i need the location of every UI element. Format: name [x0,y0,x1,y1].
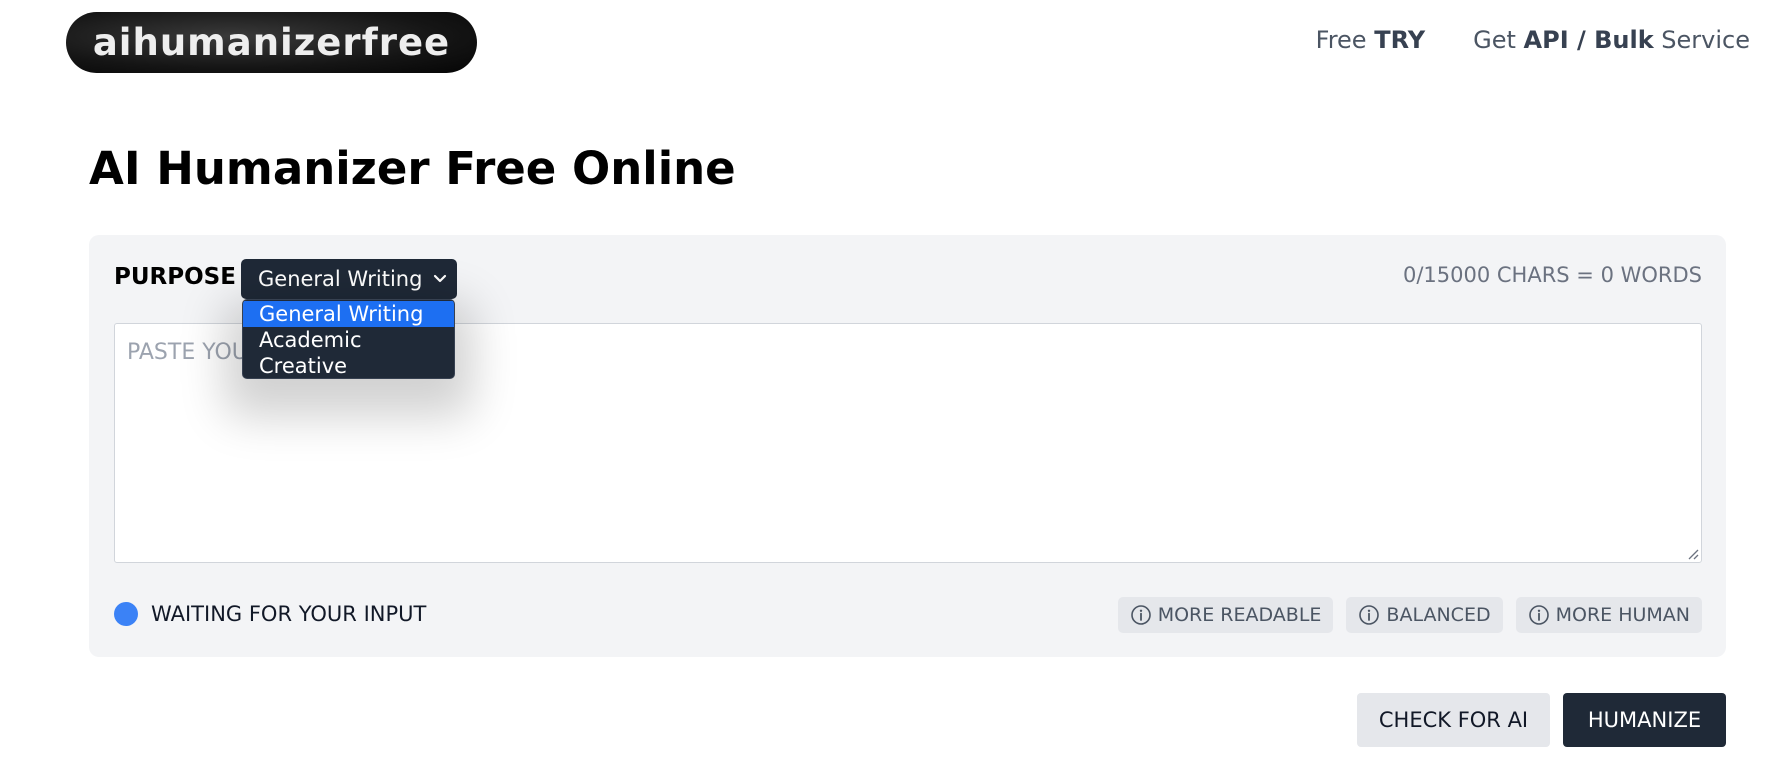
mode-label: BALANCED [1386,604,1491,626]
char-count: 0/15000 CHARS = 0 WORDS [1402,263,1702,287]
humanize-button[interactable]: HUMANIZE [1563,693,1726,747]
mode-buttons: MORE READABLE BALANCED MORE HUMAN [1117,597,1702,633]
purpose-select[interactable]: General Writing [241,259,457,299]
resize-grip-icon[interactable] [1685,546,1699,560]
nav-free-try-bold: TRY [1374,26,1426,54]
status-text: WAITING FOR YOUR INPUT [151,602,427,626]
purpose-label: PURPOSE [114,264,236,290]
purpose-dropdown-list: General Writing Academic Creative [242,299,455,379]
chevron-down-icon [433,274,447,283]
nav-api-prefix: Get [1473,26,1524,54]
site-logo[interactable]: aihumanizerfree [66,12,477,73]
purpose-option-creative[interactable]: Creative [243,353,454,378]
mode-label: MORE READABLE [1157,604,1322,626]
mode-more-human-button[interactable]: MORE HUMAN [1515,597,1702,633]
nav-api-suffix: Service [1653,26,1750,54]
check-for-ai-button[interactable]: CHECK FOR AI [1357,693,1550,747]
page-title: AI Humanizer Free Online [89,142,736,195]
mode-more-readable-button[interactable]: MORE READABLE [1117,597,1334,633]
nav-free-try-prefix: Free [1315,26,1375,54]
status-indicator: WAITING FOR YOUR INPUT [114,602,426,626]
mode-label: MORE HUMAN [1555,604,1690,626]
status-dot-icon [114,602,138,626]
purpose-option-general-writing[interactable]: General Writing [243,301,454,327]
info-icon [1359,605,1380,625]
info-icon [1130,605,1151,625]
page-root: aihumanizerfree Free TRY Get API / Bulk … [0,0,1772,774]
nav-api-link[interactable]: Get API / Bulk Service [1473,26,1750,54]
top-nav: Free TRY Get API / Bulk Service [1316,26,1750,54]
nav-api-bold: API / Bulk [1523,26,1654,54]
info-icon [1528,605,1549,625]
purpose-select-value: General Writing [258,267,423,291]
logo-text: aihumanizerfree [92,21,451,64]
nav-free-try-link[interactable]: Free TRY [1316,26,1425,54]
purpose-option-academic[interactable]: Academic [243,327,454,353]
mode-balanced-button[interactable]: BALANCED [1346,597,1503,633]
